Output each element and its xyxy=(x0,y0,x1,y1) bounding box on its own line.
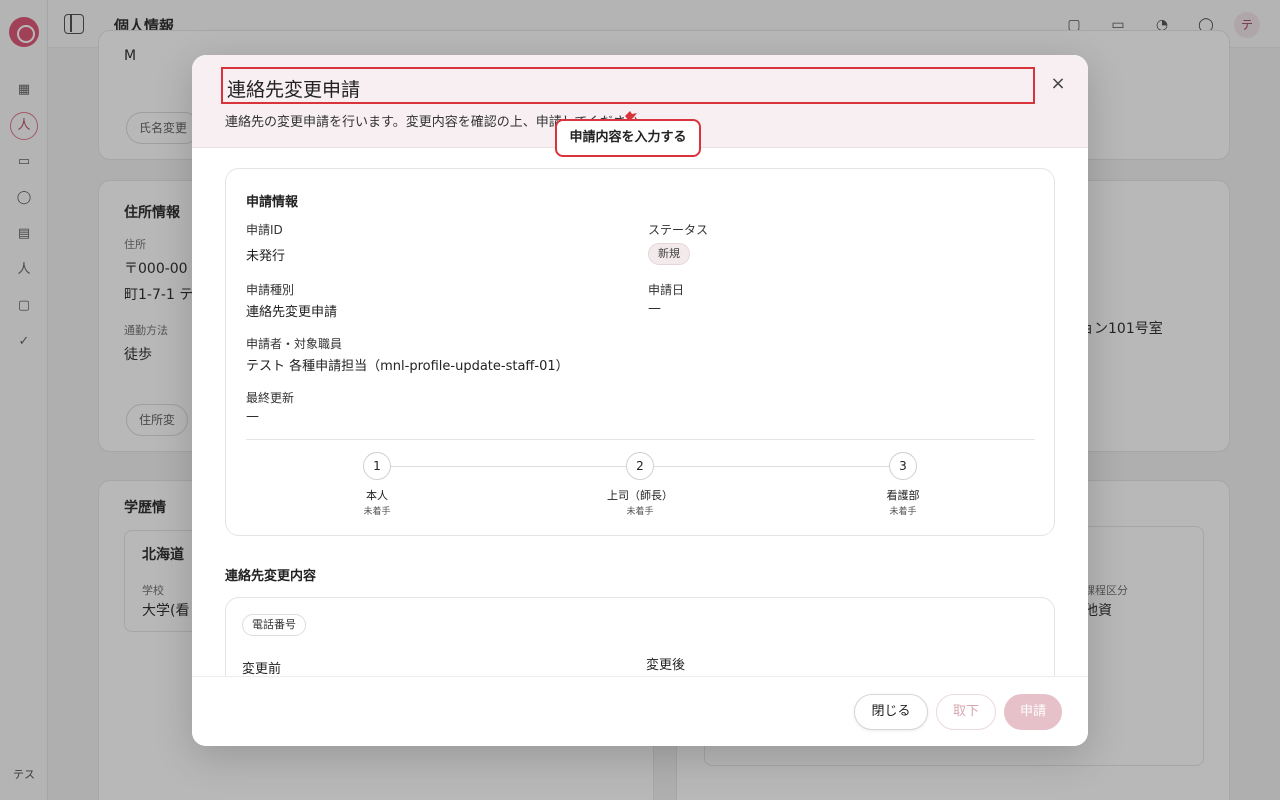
application-info-title: 申請情報 xyxy=(246,195,299,210)
withdraw-button[interactable]: 取下 xyxy=(936,694,996,730)
dialog-footer: 閉じる 取下 申請 xyxy=(192,676,1088,746)
updated-value: — xyxy=(246,409,259,424)
contact-change-dialog: 連絡先変更申請 × 連絡先の変更申請を行います。変更内容を確認の上、申請してくだ… xyxy=(192,55,1088,746)
date-label: 申請日 xyxy=(648,283,685,297)
applicant-label: 申請者・対象職員 xyxy=(246,337,343,351)
status-badge: 新規 xyxy=(648,243,690,265)
apply-button[interactable]: 申請 xyxy=(1004,694,1062,730)
step-1-name: 本人 xyxy=(366,489,388,502)
before-label: 変更前 xyxy=(242,662,282,676)
phone-number-chip: 電話番号 xyxy=(242,614,306,636)
step-connector xyxy=(654,466,889,467)
step-connector xyxy=(391,466,626,467)
step-2-status: 未着手 xyxy=(626,507,654,517)
updated-label: 最終更新 xyxy=(246,391,295,405)
type-label: 申請種別 xyxy=(246,283,295,297)
dialog-body[interactable]: 申請情報 申請ID 未発行 ステータス 新規 申請種別 連絡先変更申請 申請日 … xyxy=(192,148,1088,676)
status-label: ステータス xyxy=(648,223,709,237)
close-button[interactable]: 閉じる xyxy=(854,694,928,730)
application-id-label: 申請ID xyxy=(246,223,283,237)
divider xyxy=(246,439,1035,440)
step-2-name: 上司（師長） xyxy=(607,489,673,502)
change-content-card: 電話番号 変更前 変更後 xyxy=(225,597,1055,676)
dialog-title: 連絡先変更申請 xyxy=(221,67,1035,104)
applicant-value: テスト 各種申請担当（mnl-profile-update-staff-01） xyxy=(246,359,569,374)
after-label: 変更後 xyxy=(646,658,686,673)
date-value: — xyxy=(648,301,661,316)
application-id-value: 未発行 xyxy=(246,249,286,264)
step-2-number: 2 xyxy=(626,452,654,480)
close-icon[interactable]: × xyxy=(1047,73,1069,95)
step-1-status: 未着手 xyxy=(363,507,391,517)
change-section-title: 連絡先変更内容 xyxy=(225,569,317,584)
step-3-number: 3 xyxy=(889,452,917,480)
application-info-card: 申請情報 申請ID 未発行 ステータス 新規 申請種別 連絡先変更申請 申請日 … xyxy=(225,168,1055,536)
step-3-status: 未着手 xyxy=(889,507,917,517)
action-tooltip: 申請内容を入力する xyxy=(555,119,701,157)
step-3-name: 看護部 xyxy=(886,489,920,502)
step-1-number: 1 xyxy=(363,452,391,480)
type-value: 連絡先変更申請 xyxy=(246,305,338,320)
